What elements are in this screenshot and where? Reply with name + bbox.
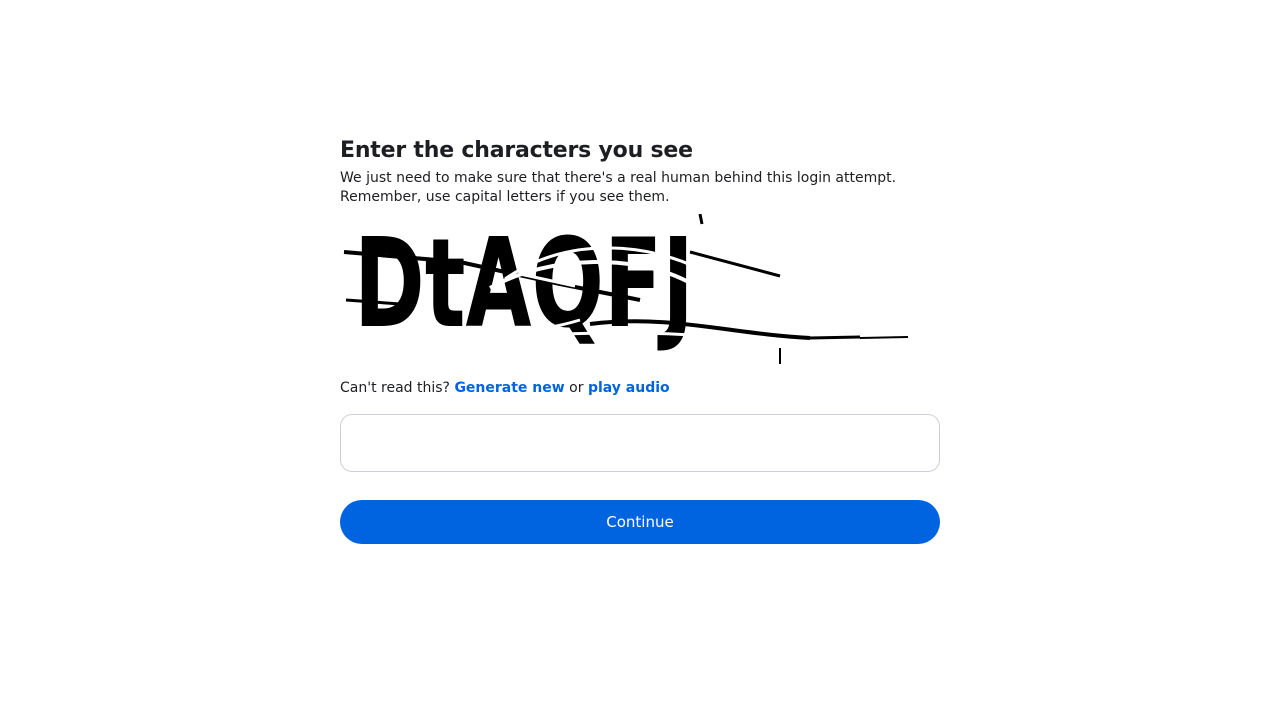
continue-button[interactable]: Continue bbox=[340, 500, 940, 544]
captcha-image: DtAQFJ bbox=[343, 214, 909, 364]
cant-read-label: Can't read this? bbox=[340, 380, 450, 396]
captcha-input[interactable] bbox=[340, 414, 940, 472]
description-line-1: We just need to make sure that there's a… bbox=[340, 170, 897, 186]
page-title: Enter the characters you see bbox=[340, 138, 693, 163]
description: We just need to make sure that there's a… bbox=[340, 169, 940, 207]
play-audio-link[interactable]: play audio bbox=[588, 380, 670, 396]
or-label: or bbox=[569, 380, 584, 396]
captcha-form: Enter the characters you see We just nee… bbox=[340, 136, 940, 544]
description-line-2: Remember, use capital letters if you see… bbox=[340, 189, 670, 205]
captcha-help: Can't read this? Generate new or play au… bbox=[340, 378, 940, 398]
generate-new-link[interactable]: Generate new bbox=[454, 380, 564, 396]
